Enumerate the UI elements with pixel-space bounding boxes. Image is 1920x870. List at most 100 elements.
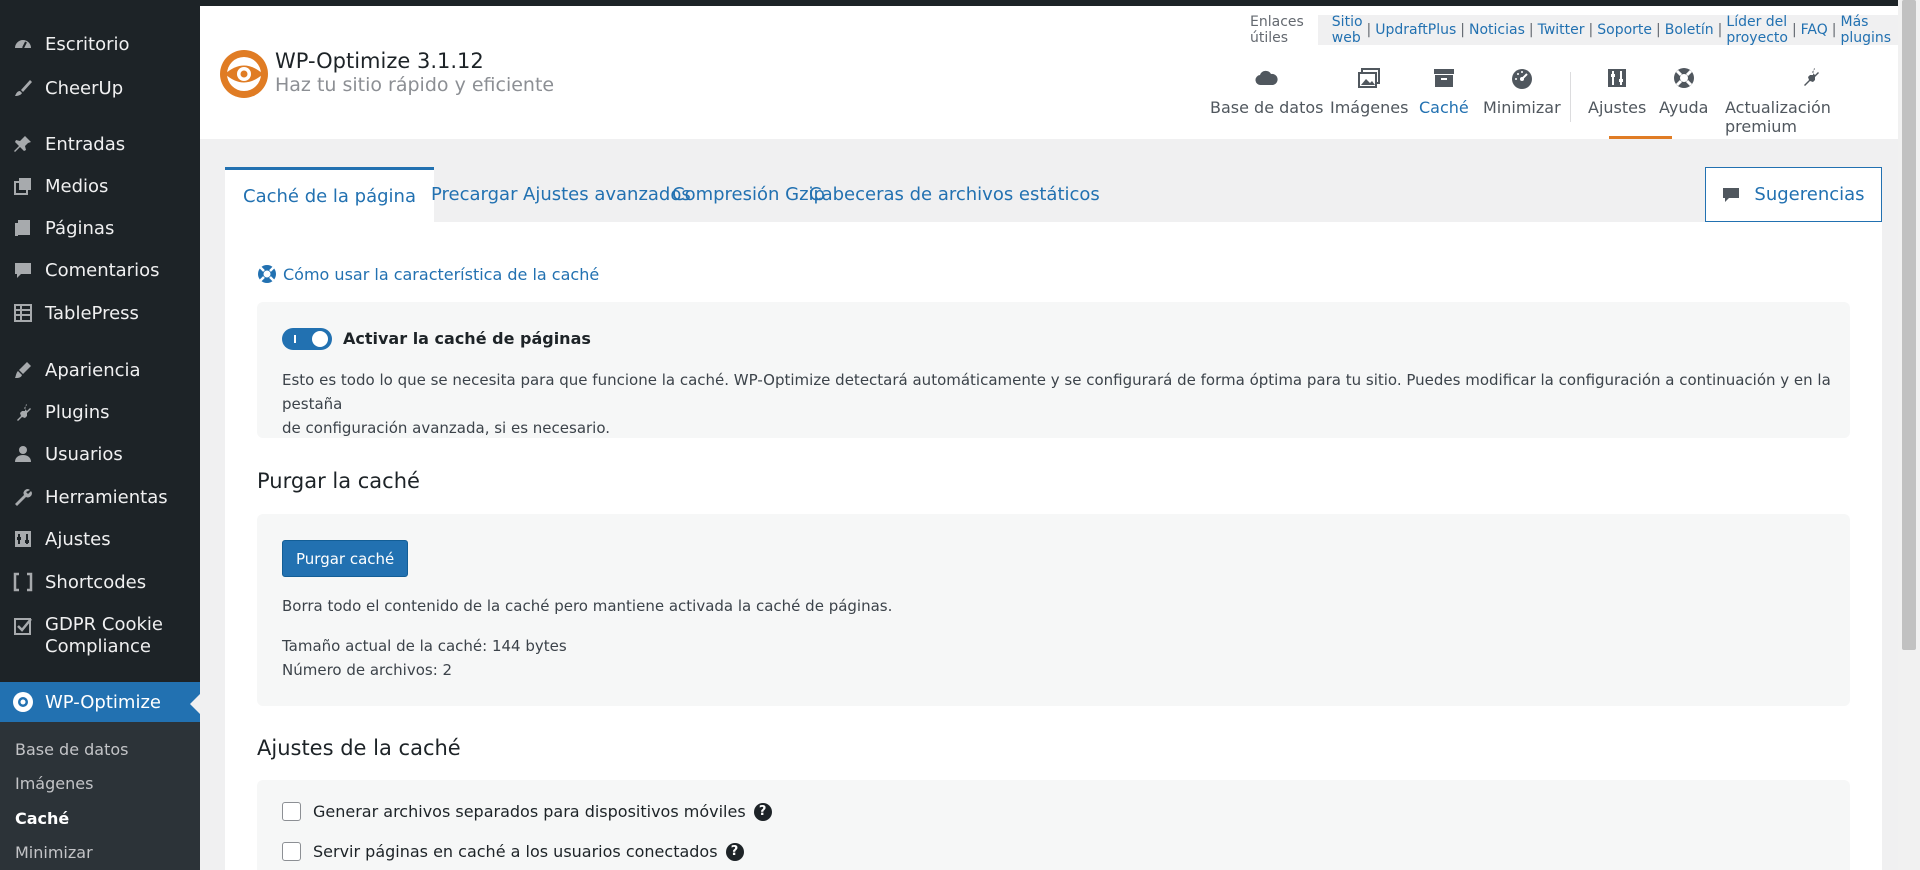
nav-label: Actualización premium [1725,98,1831,136]
link-noticias[interactable]: Noticias [1469,22,1525,38]
sidebar-item-paginas[interactable]: Páginas [0,208,200,248]
nav-label: Ayuda [1659,98,1709,117]
purge-cache-card: Purgar caché Borra todo el contenido de … [257,514,1850,706]
nav-imagenes[interactable]: Imágenes [1330,66,1408,139]
submenu-item-base-de-datos[interactable]: Base de datos [15,740,129,759]
link-lider-proyecto[interactable]: Líder del proyecto [1726,14,1788,46]
enable-cache-description: Esto es todo lo que se necesita para que… [282,368,1850,440]
sidebar-item-apariencia[interactable]: Apariencia [0,350,200,390]
settings-heading: Ajustes de la caché [257,736,461,760]
sidebar-item-usuarios[interactable]: Usuarios [0,434,200,474]
admin-sidebar: Escritorio CheerUp Entradas Medios Págin… [0,0,200,870]
logged-in-users-checkbox[interactable] [282,842,301,861]
sidebar-item-medios[interactable]: Medios [0,166,200,206]
nav-label: Imágenes [1330,98,1409,117]
submenu-item-imagenes[interactable]: Imágenes [15,774,93,793]
comment-icon [1723,187,1740,202]
submenu-item-minimizar[interactable]: Minimizar [15,843,93,862]
useful-links-list: Sitio web | UpdraftPlus | Noticias | Twitte… [1317,14,1906,46]
sidebar-item-plugins[interactable]: Plugins [0,392,200,432]
suggestions-label: Sugerencias [1754,184,1865,205]
sidebar-item-label: Escritorio [45,33,130,55]
checkbox-icon [11,614,35,638]
suggestions-button[interactable]: Sugerencias [1705,167,1882,222]
sidebar-item-tablepress[interactable]: TablePress [0,293,200,333]
gauge-icon [1511,69,1532,89]
nav-ajustes[interactable]: Ajustes [1588,66,1646,139]
archive-icon [1433,69,1454,87]
sidebar-item-entradas[interactable]: Entradas [0,124,200,164]
wp-optimize-logo [220,50,268,98]
link-faq[interactable]: FAQ [1801,22,1828,38]
lifebuoy-icon [1673,68,1694,88]
nav-label: Ajustes [1588,98,1647,117]
appearance-icon [11,358,35,382]
enable-cache-label: Activar la caché de páginas [343,329,591,348]
option-label: Generar archivos separados para disposit… [313,802,746,821]
purge-description: Borra todo el contenido de la caché pero… [282,597,893,615]
wrench-icon [11,485,35,509]
nav-label: Base de datos [1210,98,1324,117]
lifebuoy-icon [258,265,276,283]
dashboard-icon [11,32,35,56]
mobile-files-checkbox[interactable] [282,802,301,821]
help-icon[interactable]: ? [725,842,744,861]
cache-size: Tamaño actual de la caché: 144 bytes [282,637,567,655]
enable-cache-toggle[interactable] [282,328,332,350]
sidebar-item-label: Medios [45,175,109,197]
scrollbar-thumb[interactable] [1902,0,1916,650]
sidebar-item-cheerup[interactable]: CheerUp [0,68,200,108]
sidebar-item-label: WP-Optimize [45,691,161,713]
cloud-icon [1255,70,1278,86]
link-mas-plugins[interactable]: Más plugins [1841,14,1892,46]
sidebar-item-gdpr[interactable]: GDPR Cookie Compliance [0,610,200,662]
link-soporte[interactable]: Soporte [1597,22,1652,38]
sidebar-item-herramientas[interactable]: Herramientas [0,477,200,517]
sidebar-item-wp-optimize[interactable]: WP-Optimize [0,682,200,722]
link-updraftplus[interactable]: UpdraftPlus [1375,22,1456,38]
sidebar-item-label: Compliance [45,636,151,657]
tab-cache-pagina[interactable]: Caché de la página [225,167,434,222]
sidebar-item-ajustes[interactable]: Ajustes [0,519,200,559]
plugin-subtitle: Haz tu sitio rápido y eficiente [275,74,555,96]
sidebar-item-label: Entradas [45,133,126,155]
help-link[interactable]: Cómo usar la característica de la caché [257,264,599,284]
nav-ayuda[interactable]: Ayuda [1659,66,1708,139]
help-link-label: Cómo usar la característica de la caché [283,264,600,284]
enable-cache-description-line: de configuración avanzada, si es necesar… [282,419,611,437]
option-mobile-files: Generar archivos separados para disposit… [282,802,772,821]
brackets-icon [11,570,35,594]
sidebar-item-escritorio[interactable]: Escritorio [0,24,200,64]
scrollbar[interactable] [1898,0,1920,870]
settings-icon [1608,69,1627,87]
plugin-icon [11,400,35,424]
sidebar-item-label: Apariencia [45,359,141,381]
link-boletin[interactable]: Boletín [1665,22,1714,38]
active-indicator [190,694,200,714]
nav-divider [1570,72,1571,122]
nav-minimizar[interactable]: Minimizar [1483,66,1561,139]
wp-optimize-icon [11,690,35,714]
link-sitio-web[interactable]: Sitio web [1332,14,1363,46]
sidebar-item-shortcodes[interactable]: Shortcodes [0,562,200,602]
link-twitter[interactable]: Twitter [1538,22,1585,38]
option-label: Servir páginas en caché a los usuarios c… [313,842,718,861]
images-icon [1358,68,1381,88]
option-logged-in-users: Servir páginas en caché a los usuarios c… [282,842,744,861]
sidebar-item-label: TablePress [45,302,139,324]
purge-cache-button[interactable]: Purgar caché [282,540,409,577]
sidebar-item-label: CheerUp [45,77,124,99]
nav-base-de-datos[interactable]: Base de datos [1210,66,1324,139]
nav-actualizacion-premium[interactable]: Actualización premium [1725,66,1898,139]
cache-panel: Cómo usar la característica de la caché … [225,222,1882,870]
enable-cache-card: Activar la caché de páginas Esto es todo… [257,302,1850,438]
sidebar-item-comentarios[interactable]: Comentarios [0,250,200,290]
plug-icon [1803,68,1819,86]
nav-cache[interactable]: Caché [1419,66,1469,139]
comment-icon [11,258,35,282]
help-icon[interactable]: ? [753,802,772,821]
table-icon [11,301,35,325]
submenu-item-cache[interactable]: Caché [15,809,69,828]
tab-cabeceras[interactable]: Cabeceras de archivos estáticos [791,167,1118,222]
pin-icon [11,132,35,156]
